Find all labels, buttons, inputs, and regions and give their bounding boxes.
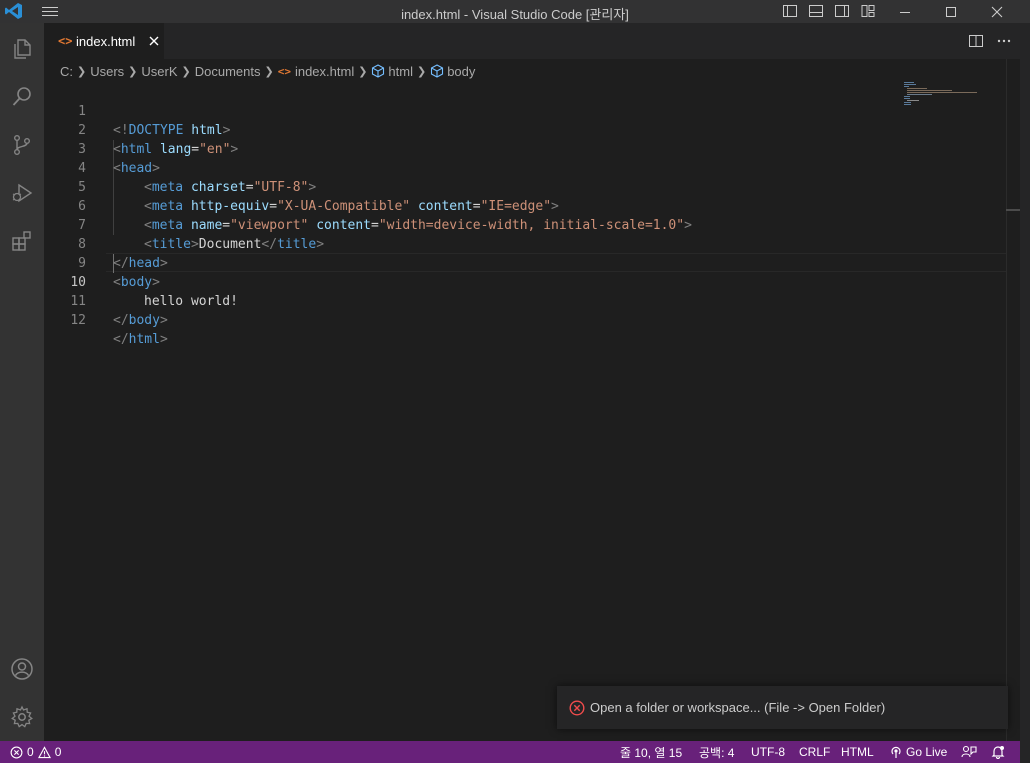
activity-bar <box>0 23 44 741</box>
token: > <box>159 332 168 347</box>
code-line: 6 <meta name="viewport" content="width=d… <box>44 178 1006 233</box>
chevron-right-icon: ❯ <box>416 65 427 78</box>
notification-message: Open a folder or workspace... (File -> O… <box>590 700 886 715</box>
accounts-icon[interactable] <box>0 647 44 691</box>
html-file-icon: <> <box>58 34 73 48</box>
code-editor[interactable]: 1 <!DOCTYPE html> 2 <html lang="en"> 3 <… <box>44 83 1006 741</box>
token: </ <box>113 313 129 328</box>
go-live-label: Go Live <box>906 745 948 759</box>
breadcrumb-html-label: html <box>388 63 413 79</box>
notification-toast[interactable]: Open a folder or workspace... (File -> O… <box>557 686 1008 729</box>
close-window-button[interactable] <box>974 0 1020 23</box>
chevron-right-icon: ❯ <box>128 65 138 78</box>
code-line: 8 </head> <box>44 216 1006 271</box>
tab-label: index.html <box>76 33 136 49</box>
breadcrumb-file-label: index.html <box>294 63 355 79</box>
html-file-icon: <> <box>277 64 291 78</box>
chevron-right-icon: ❯ <box>181 65 191 78</box>
breadcrumb-users[interactable]: Users <box>90 64 124 79</box>
breadcrumb: C: ❯ Users ❯ UserK ❯ Documents ❯ <> inde… <box>44 59 1006 83</box>
warning-icon <box>37 745 51 758</box>
code-line: 2 <html lang="en"> <box>44 102 1006 157</box>
code-line: 7 <title>Document</title> <box>44 197 1006 252</box>
code-line: 12 </html> <box>44 292 1006 347</box>
title-bar: index.html - Visual Studio Code [관리자] <box>0 0 1030 23</box>
extensions-icon[interactable] <box>0 219 44 263</box>
error-icon <box>569 699 585 716</box>
chevron-right-icon: ❯ <box>77 65 87 78</box>
code-line: 9 <body> <box>44 235 1006 290</box>
vertical-scrollbar[interactable] <box>1006 59 1020 741</box>
cursor-position[interactable]: 줄 10, 열 15 <box>620 741 682 763</box>
breadcrumb-userk[interactable]: UserK <box>141 64 177 79</box>
explorer-icon[interactable] <box>0 27 44 71</box>
token: body <box>128 313 160 328</box>
line-number: 12 <box>70 313 86 328</box>
tab-bar: <> index.html <box>44 23 1030 59</box>
window-edge <box>1020 23 1030 763</box>
breadcrumb-body-label: body <box>447 63 476 79</box>
customize-layout-icon[interactable] <box>859 2 877 20</box>
indentation-status[interactable]: 공백: 4 <box>699 741 734 763</box>
feedback-icon[interactable] <box>961 741 977 763</box>
minimap[interactable] <box>904 82 984 112</box>
status-bar: 0 0 줄 10, 열 15 공백: 4 UTF-8 CRLF HTML Go … <box>0 741 1020 763</box>
toggle-primary-sidebar-icon[interactable] <box>781 2 799 20</box>
code-line: 5 <meta http-equiv="X-UA-Compatible" con… <box>44 159 1006 214</box>
code-line: 1 <!DOCTYPE html> <box>44 83 1006 138</box>
breadcrumb-body[interactable]: body <box>430 64 475 79</box>
maximize-button[interactable] <box>928 0 974 23</box>
more-actions-icon[interactable] <box>996 33 1012 54</box>
split-editor-icon[interactable] <box>968 33 984 54</box>
scrollbar-cursor-marker <box>1006 209 1020 211</box>
broadcast-icon <box>891 746 901 758</box>
symbol-field-icon <box>431 64 444 78</box>
language-mode[interactable]: HTML <box>841 741 874 763</box>
error-icon <box>10 746 23 758</box>
manage-gear-icon[interactable] <box>0 695 44 739</box>
source-control-icon[interactable] <box>0 123 44 167</box>
token: html <box>128 332 160 347</box>
breadcrumb-documents[interactable]: Documents <box>195 64 261 79</box>
breadcrumb-file[interactable]: <> index.html <box>278 64 355 79</box>
run-debug-icon[interactable] <box>0 171 44 215</box>
error-count: 0 <box>27 745 34 759</box>
go-live-button[interactable]: Go Live <box>889 741 947 763</box>
encoding-status[interactable]: UTF-8 <box>751 741 785 763</box>
code-line: 11 </body> <box>44 273 1006 328</box>
minimize-button[interactable] <box>882 0 928 23</box>
toggle-panel-icon[interactable] <box>807 2 825 20</box>
token: > <box>159 313 168 328</box>
warning-count: 0 <box>54 745 62 759</box>
chevron-right-icon: ❯ <box>358 65 368 78</box>
token: </ <box>113 332 129 347</box>
close-tab-icon[interactable] <box>147 34 161 48</box>
code-line: 4 <meta charset="UTF-8"> <box>44 140 1006 195</box>
chevron-right-icon: ❯ <box>264 65 274 78</box>
search-icon[interactable] <box>0 75 44 119</box>
eol-status[interactable]: CRLF <box>799 741 830 763</box>
breadcrumb-html[interactable]: html <box>371 64 413 79</box>
toggle-secondary-sidebar-icon[interactable] <box>833 2 851 20</box>
symbol-field-icon <box>372 64 385 78</box>
tab-index-html[interactable]: <> index.html <box>44 23 164 59</box>
code-line-current: 10 hello world! <box>44 254 1006 309</box>
problems-status[interactable]: 0 0 <box>10 741 61 763</box>
breadcrumb-drive[interactable]: C: <box>60 64 73 79</box>
notifications-bell-icon[interactable] <box>991 741 1005 763</box>
code-line: 3 <head> <box>44 121 1006 176</box>
